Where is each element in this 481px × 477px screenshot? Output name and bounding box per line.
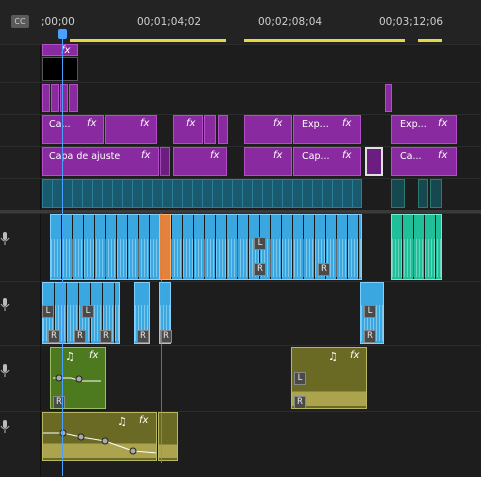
audio-clip[interactable]: [391, 214, 442, 280]
left-channel-badge: L: [82, 305, 94, 318]
right-channel-badge: R: [318, 263, 330, 276]
adjustment-clip[interactable]: Ca... fx: [391, 147, 457, 176]
fx-badge: fx: [140, 118, 150, 129]
waveform: [392, 238, 441, 277]
adjustment-clip[interactable]: [160, 147, 170, 176]
music-clip[interactable]: ♫ fx L R: [291, 347, 367, 409]
adjustment-clip[interactable]: [69, 84, 78, 112]
clip-label: Ca...: [49, 119, 71, 130]
timecode-0: ;00;00: [41, 16, 75, 28]
fx-badge: fx: [87, 118, 97, 129]
right-channel-badge: R: [137, 330, 149, 343]
adjustment-clip[interactable]: fx: [244, 115, 292, 144]
snap-guide-line: [161, 213, 162, 463]
adjustment-clip[interactable]: Capa de ajuste fx: [42, 147, 159, 176]
left-channel-badge: L: [294, 372, 306, 385]
adjustment-clip[interactable]: Ca... fx: [42, 115, 104, 144]
timecode-3: 00;03;12;06: [379, 16, 444, 28]
adjustment-clip[interactable]: [385, 84, 392, 112]
playhead-line[interactable]: [62, 38, 63, 476]
microphone-icon[interactable]: [0, 362, 10, 377]
clip-label: Exp...: [400, 119, 427, 130]
adjustment-clip[interactable]: Cap... fx: [293, 147, 361, 176]
adjustment-clip[interactable]: [204, 115, 216, 144]
right-channel-badge: R: [364, 330, 376, 343]
music-clip[interactable]: ♫ fx: [42, 412, 157, 461]
adjustment-clip[interactable]: Exp... fx: [391, 115, 457, 144]
left-channel-badge: L: [254, 237, 266, 250]
fx-badge: fx: [350, 350, 360, 361]
adjustment-clip[interactable]: [218, 115, 228, 144]
fx-badge: fx: [342, 150, 352, 161]
fx-badge: fx: [186, 118, 196, 129]
right-channel-badge: R: [254, 263, 266, 276]
timecode-2: 00;02;08;04: [258, 16, 323, 28]
adjustment-clip[interactable]: [365, 147, 383, 176]
right-channel-badge: R: [100, 330, 112, 343]
fx-badge: fx: [210, 150, 220, 161]
work-area-bar[interactable]: [418, 39, 442, 42]
captions-button[interactable]: CC: [11, 15, 29, 28]
right-channel-badge: R: [74, 330, 86, 343]
clip-label: Capa de ajuste: [49, 151, 121, 162]
microphone-icon[interactable]: [0, 418, 10, 433]
adjustment-clip[interactable]: fx: [173, 115, 203, 144]
adjustment-clip[interactable]: fx: [173, 147, 227, 176]
video-clip[interactable]: [391, 179, 405, 208]
video-clip[interactable]: [430, 179, 442, 208]
audio-clip[interactable]: [50, 214, 362, 280]
left-channel-badge: L: [364, 305, 376, 318]
adjustment-clip[interactable]: fx: [244, 147, 292, 176]
video-clip[interactable]: [42, 179, 362, 208]
music-note-icon: ♫: [328, 350, 338, 363]
fx-badge: fx: [273, 118, 283, 129]
work-area-bar[interactable]: [244, 39, 405, 42]
right-channel-badge: R: [294, 396, 306, 408]
time-ruler[interactable]: CC ;00;00 00;01;04;02 00;02;08;04 00;03;…: [0, 0, 481, 44]
video-clip[interactable]: [418, 179, 428, 208]
fx-badge: fx: [273, 150, 283, 161]
black-video-clip[interactable]: [42, 57, 78, 81]
right-channel-badge: R: [48, 330, 60, 343]
fx-badge: fx: [141, 150, 151, 161]
microphone-icon[interactable]: [0, 296, 10, 311]
adjustment-clip[interactable]: [42, 84, 50, 112]
right-channel-badge: R: [53, 396, 65, 408]
fx-badge: fx: [342, 118, 352, 129]
clip-label: Exp...: [302, 119, 329, 130]
volume-keyframe-line[interactable]: [43, 413, 157, 461]
adjustment-clip[interactable]: [51, 84, 59, 112]
microphone-icon[interactable]: [0, 230, 10, 245]
left-channel-badge: L: [42, 305, 54, 318]
fx-badge: fx: [438, 150, 448, 161]
adjustment-clip[interactable]: Exp... fx: [293, 115, 361, 144]
waveform: [51, 238, 361, 277]
clip-label: Ca...: [400, 151, 422, 162]
work-area-bar[interactable]: [70, 39, 226, 42]
timecode-1: 00;01;04;02: [137, 16, 202, 28]
fx-badge: fx: [438, 118, 448, 129]
adjustment-clip[interactable]: fx: [105, 115, 157, 144]
adjustment-clip[interactable]: fx: [42, 44, 78, 56]
clip-label: Cap...: [302, 151, 330, 162]
music-clip[interactable]: ♫ fx R: [50, 347, 106, 409]
